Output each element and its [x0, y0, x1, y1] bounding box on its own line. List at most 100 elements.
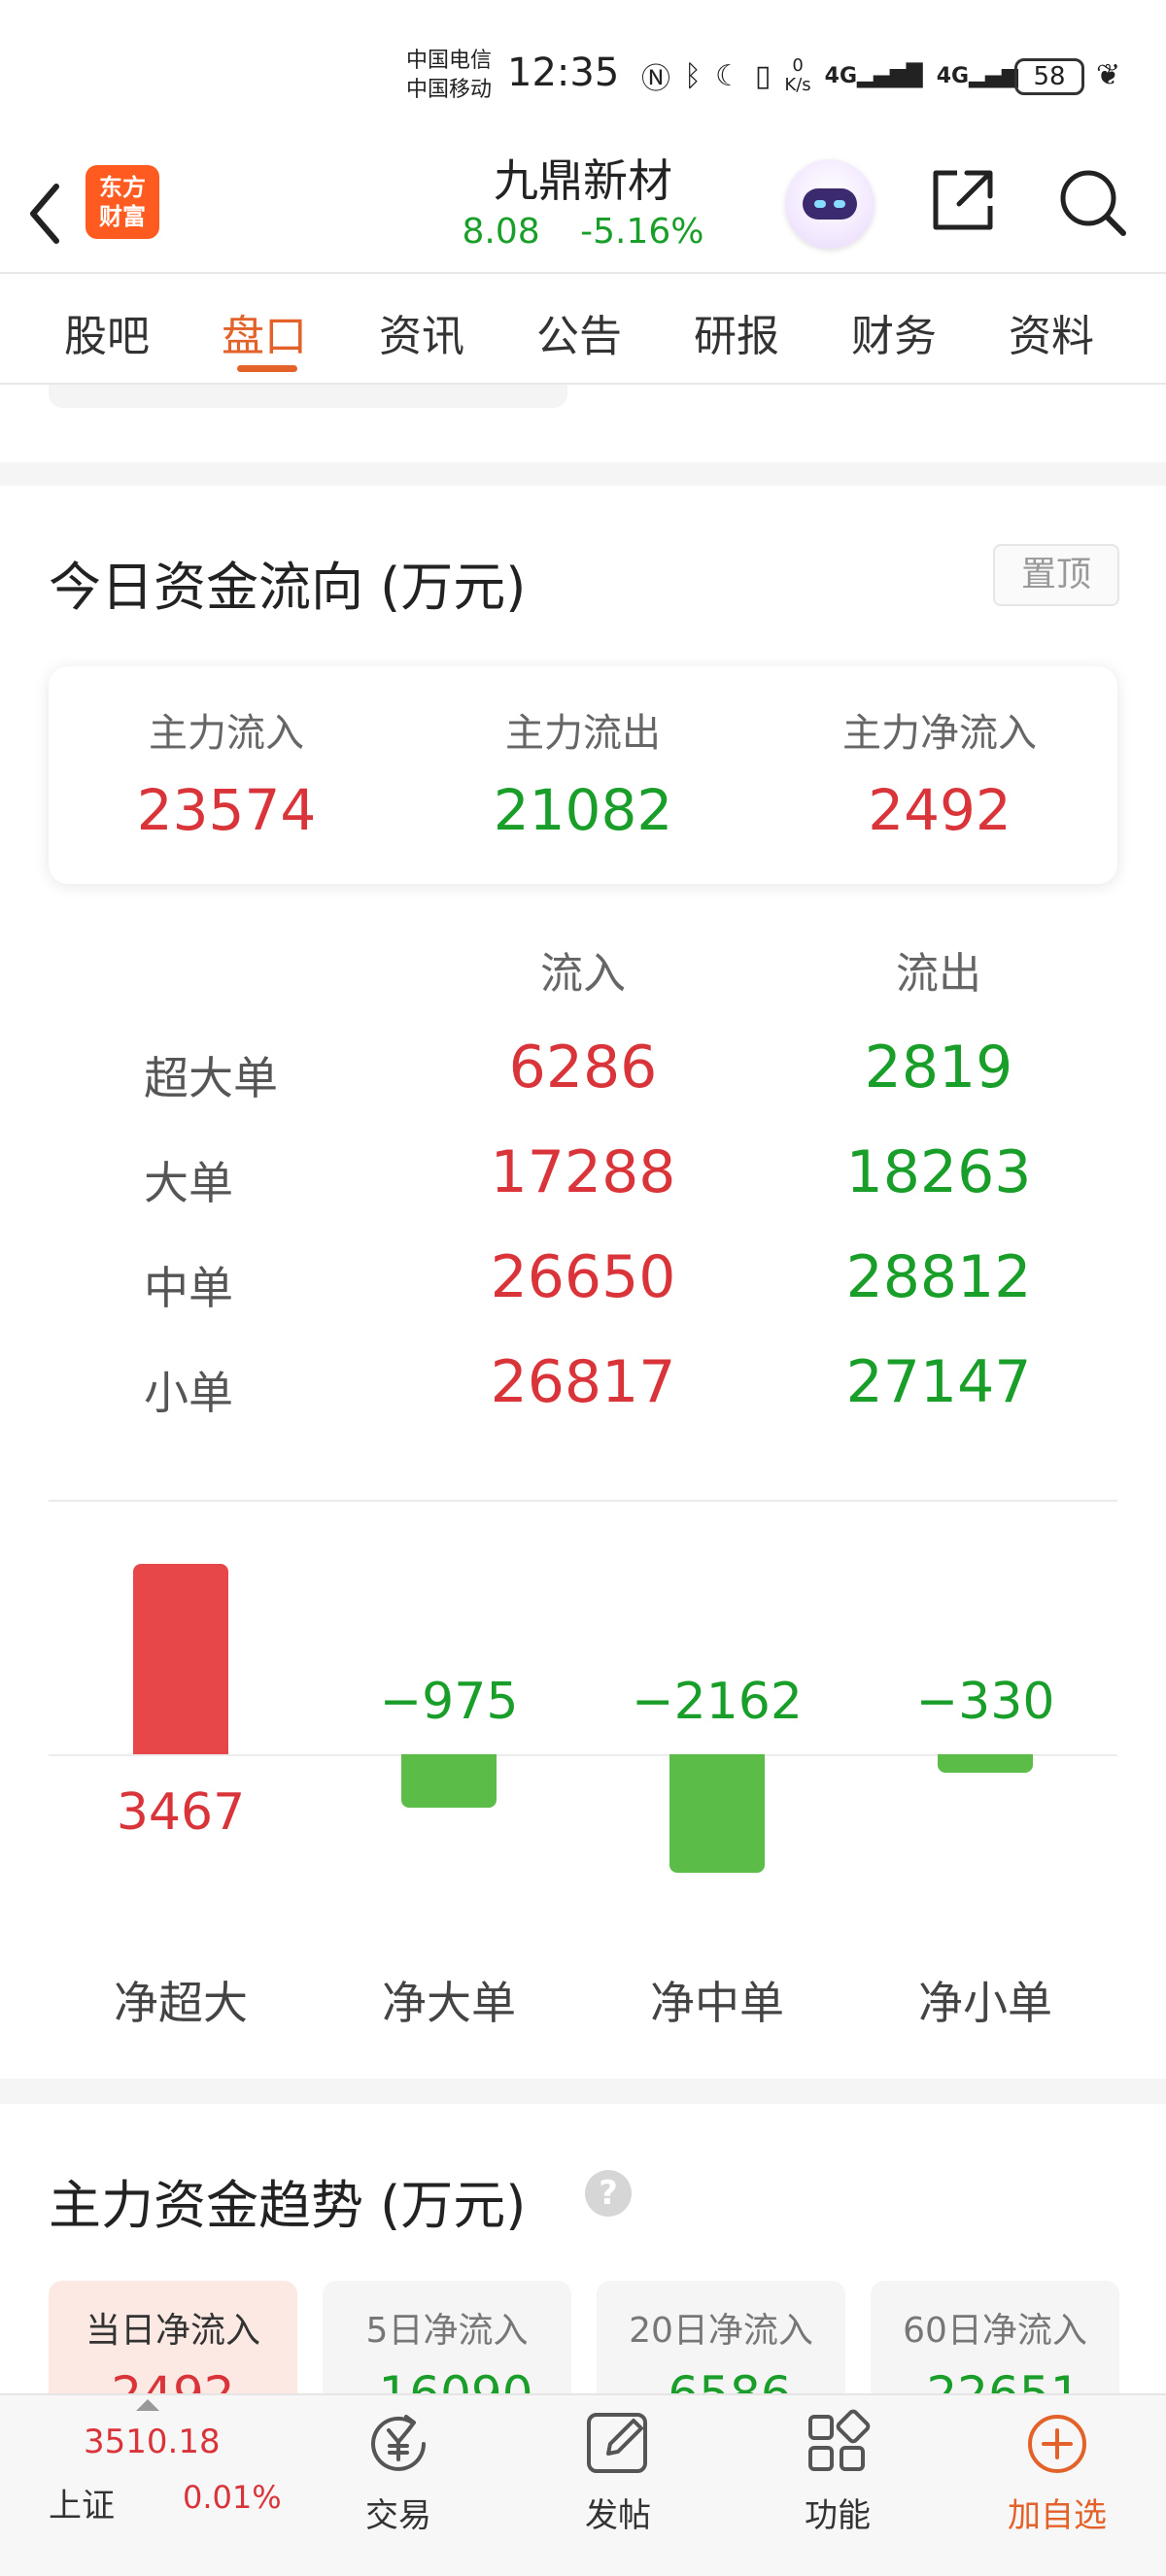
carrier-1: 中国电信: [406, 49, 493, 73]
row-out-large: 18263: [845, 1138, 1032, 1206]
nav-post[interactable]: 发帖: [540, 2407, 696, 2536]
previous-card-pill: [49, 385, 567, 408]
summary-net-label: 主力净流入: [842, 711, 1037, 756]
nfc-icon: Ⓝ: [641, 62, 670, 96]
bar-value-large: −975: [379, 1673, 519, 1731]
summary-inflow-label: 主力流入: [149, 711, 304, 756]
app-screen: 中国电信 中国移动 12:35 Ⓝ ᛒ ☾ ▯ 0 K/s 4G▂▄▆█ 4G▂…: [0, 0, 1166, 2576]
net-type-1: 4G: [824, 63, 858, 88]
row-label-large: 大单: [144, 1157, 233, 1209]
plus-circle-icon: [1028, 2415, 1086, 2473]
row-out-medium: 28812: [845, 1243, 1032, 1311]
row-label-super: 超大单: [144, 1052, 278, 1104]
nav-trade[interactable]: 交易: [321, 2407, 476, 2536]
robot-eye-left: [814, 200, 826, 208]
tab-bar: 股吧 盘口 资讯 公告 研报 财务 资料: [0, 272, 1166, 385]
bar-category-super: 净超大: [114, 1977, 248, 2029]
nav-functions[interactable]: 功能: [760, 2407, 915, 2536]
tab-news[interactable]: 资讯: [379, 301, 464, 363]
summary-outflow-label: 主力流出: [505, 711, 661, 756]
bar-value-super: 3467: [116, 1783, 246, 1842]
nav-trade-label: 交易: [365, 2496, 431, 2535]
robot-eye-right: [834, 200, 845, 208]
grid-icon: [808, 2409, 871, 2471]
bar-net-small: [938, 1754, 1033, 1773]
row-label-medium: 中单: [144, 1262, 233, 1314]
summary-outflow-value: 21082: [493, 777, 673, 843]
row-in-medium: 26650: [490, 1243, 676, 1311]
chip-60day-label: 60日净流入: [903, 2311, 1087, 2351]
carrier-info: 中国电信 中国移动: [406, 47, 492, 105]
ai-assistant-avatar[interactable]: [785, 159, 874, 249]
tab-research[interactable]: 研报: [694, 301, 779, 363]
clock: 12:35: [507, 51, 620, 95]
tab-pankou[interactable]: 盘口: [222, 301, 307, 363]
summary-net-value: 2492: [868, 777, 1012, 843]
status-bar: 中国电信 中国移动 12:35 Ⓝ ᛒ ☾ ▯ 0 K/s 4G▂▄▆█ 4G▂…: [0, 0, 1166, 155]
main-force-summary: 主力流入 23574 主力流出 21082 主力净流入 2492: [49, 666, 1117, 884]
status-icons: Ⓝ ᛒ ☾ ▯ 0 K/s 4G▂▄▆█ 4G▂▄▆: [641, 54, 1018, 97]
vibrate-icon: ▯: [754, 58, 772, 93]
net-type-2: 4G: [936, 63, 970, 88]
expand-caret-icon[interactable]: [136, 2399, 159, 2411]
chip-today-label: 当日净流入: [85, 2311, 260, 2351]
bar-net-large: [401, 1754, 497, 1809]
column-header-out: 流出: [896, 949, 981, 999]
net-speed-value: 0: [792, 55, 804, 76]
bar-value-medium: −2162: [632, 1673, 803, 1731]
battery-icon: 58: [1014, 58, 1084, 95]
row-in-large: 17288: [490, 1138, 676, 1206]
index-name[interactable]: 上证: [49, 2479, 115, 2526]
bar-net-medium: [669, 1754, 765, 1874]
net-speed: 0 K/s: [784, 56, 810, 95]
row-in-super: 6286: [508, 1034, 658, 1102]
net-speed-unit: K/s: [784, 75, 811, 95]
pin-to-top-button[interactable]: 置顶: [993, 544, 1119, 606]
index-value[interactable]: 3510.18: [84, 2423, 221, 2461]
signal-icon-2: 4G▂▄▆: [936, 63, 1018, 88]
share-icon[interactable]: [928, 165, 998, 235]
nav-functions-label: 功能: [805, 2496, 871, 2535]
chip-20day-label: 20日净流入: [629, 2311, 813, 2351]
tab-profile[interactable]: 资料: [1009, 301, 1094, 363]
summary-outflow: 主力流出 21082: [405, 701, 761, 843]
nav-post-label: 发帖: [585, 2496, 651, 2535]
summary-inflow: 主力流入 23574: [49, 701, 404, 843]
trend-title: 主力资金趋势 (万元): [49, 2175, 527, 2236]
bar-category-small: 净小单: [918, 1977, 1052, 2029]
tab-guba[interactable]: 股吧: [64, 301, 150, 363]
search-icon[interactable]: [1055, 165, 1129, 239]
stock-price: 8.08: [462, 212, 540, 252]
fund-flow-title: 今日资金流向 (万元): [49, 557, 527, 618]
row-label-small: 小单: [144, 1367, 233, 1419]
carrier-2: 中国移动: [406, 78, 493, 102]
row-out-small: 27147: [845, 1348, 1032, 1416]
chip-5day-label: 5日净流入: [365, 2311, 529, 2351]
moon-icon: ☾: [715, 58, 741, 93]
stock-change: -5.16%: [580, 212, 704, 252]
column-header-in: 流入: [540, 949, 626, 999]
tab-finance[interactable]: 财务: [851, 301, 937, 363]
tab-announcements[interactable]: 公告: [536, 301, 622, 363]
row-in-small: 26817: [490, 1348, 676, 1416]
row-out-super: 2819: [864, 1034, 1013, 1102]
section-divider: [49, 1500, 1117, 1502]
bar-category-medium: 净中单: [650, 1977, 784, 2029]
bluetooth-icon: ᛒ: [684, 58, 702, 93]
summary-net: 主力净流入 2492: [762, 701, 1117, 843]
bar-value-small: −330: [915, 1673, 1055, 1731]
help-icon[interactable]: ?: [585, 2170, 632, 2217]
robot-face: [803, 188, 857, 220]
summary-inflow-value: 23574: [136, 777, 317, 843]
nav-add-watchlist[interactable]: 加自选: [979, 2407, 1135, 2536]
yen-cycle-icon: [371, 2415, 426, 2471]
edit-icon: [587, 2413, 647, 2473]
bar-category-large: 净大单: [382, 1977, 516, 2029]
bar-net-super: [133, 1564, 228, 1754]
previous-card-bottom: [0, 385, 1166, 462]
index-change[interactable]: 0.01%: [183, 2479, 282, 2516]
signal-icon: 4G▂▄▆█: [824, 63, 923, 88]
leaf-icon: ❦: [1096, 58, 1121, 92]
active-tab-indicator: [237, 365, 297, 372]
nav-add-label: 加自选: [1008, 2496, 1107, 2535]
